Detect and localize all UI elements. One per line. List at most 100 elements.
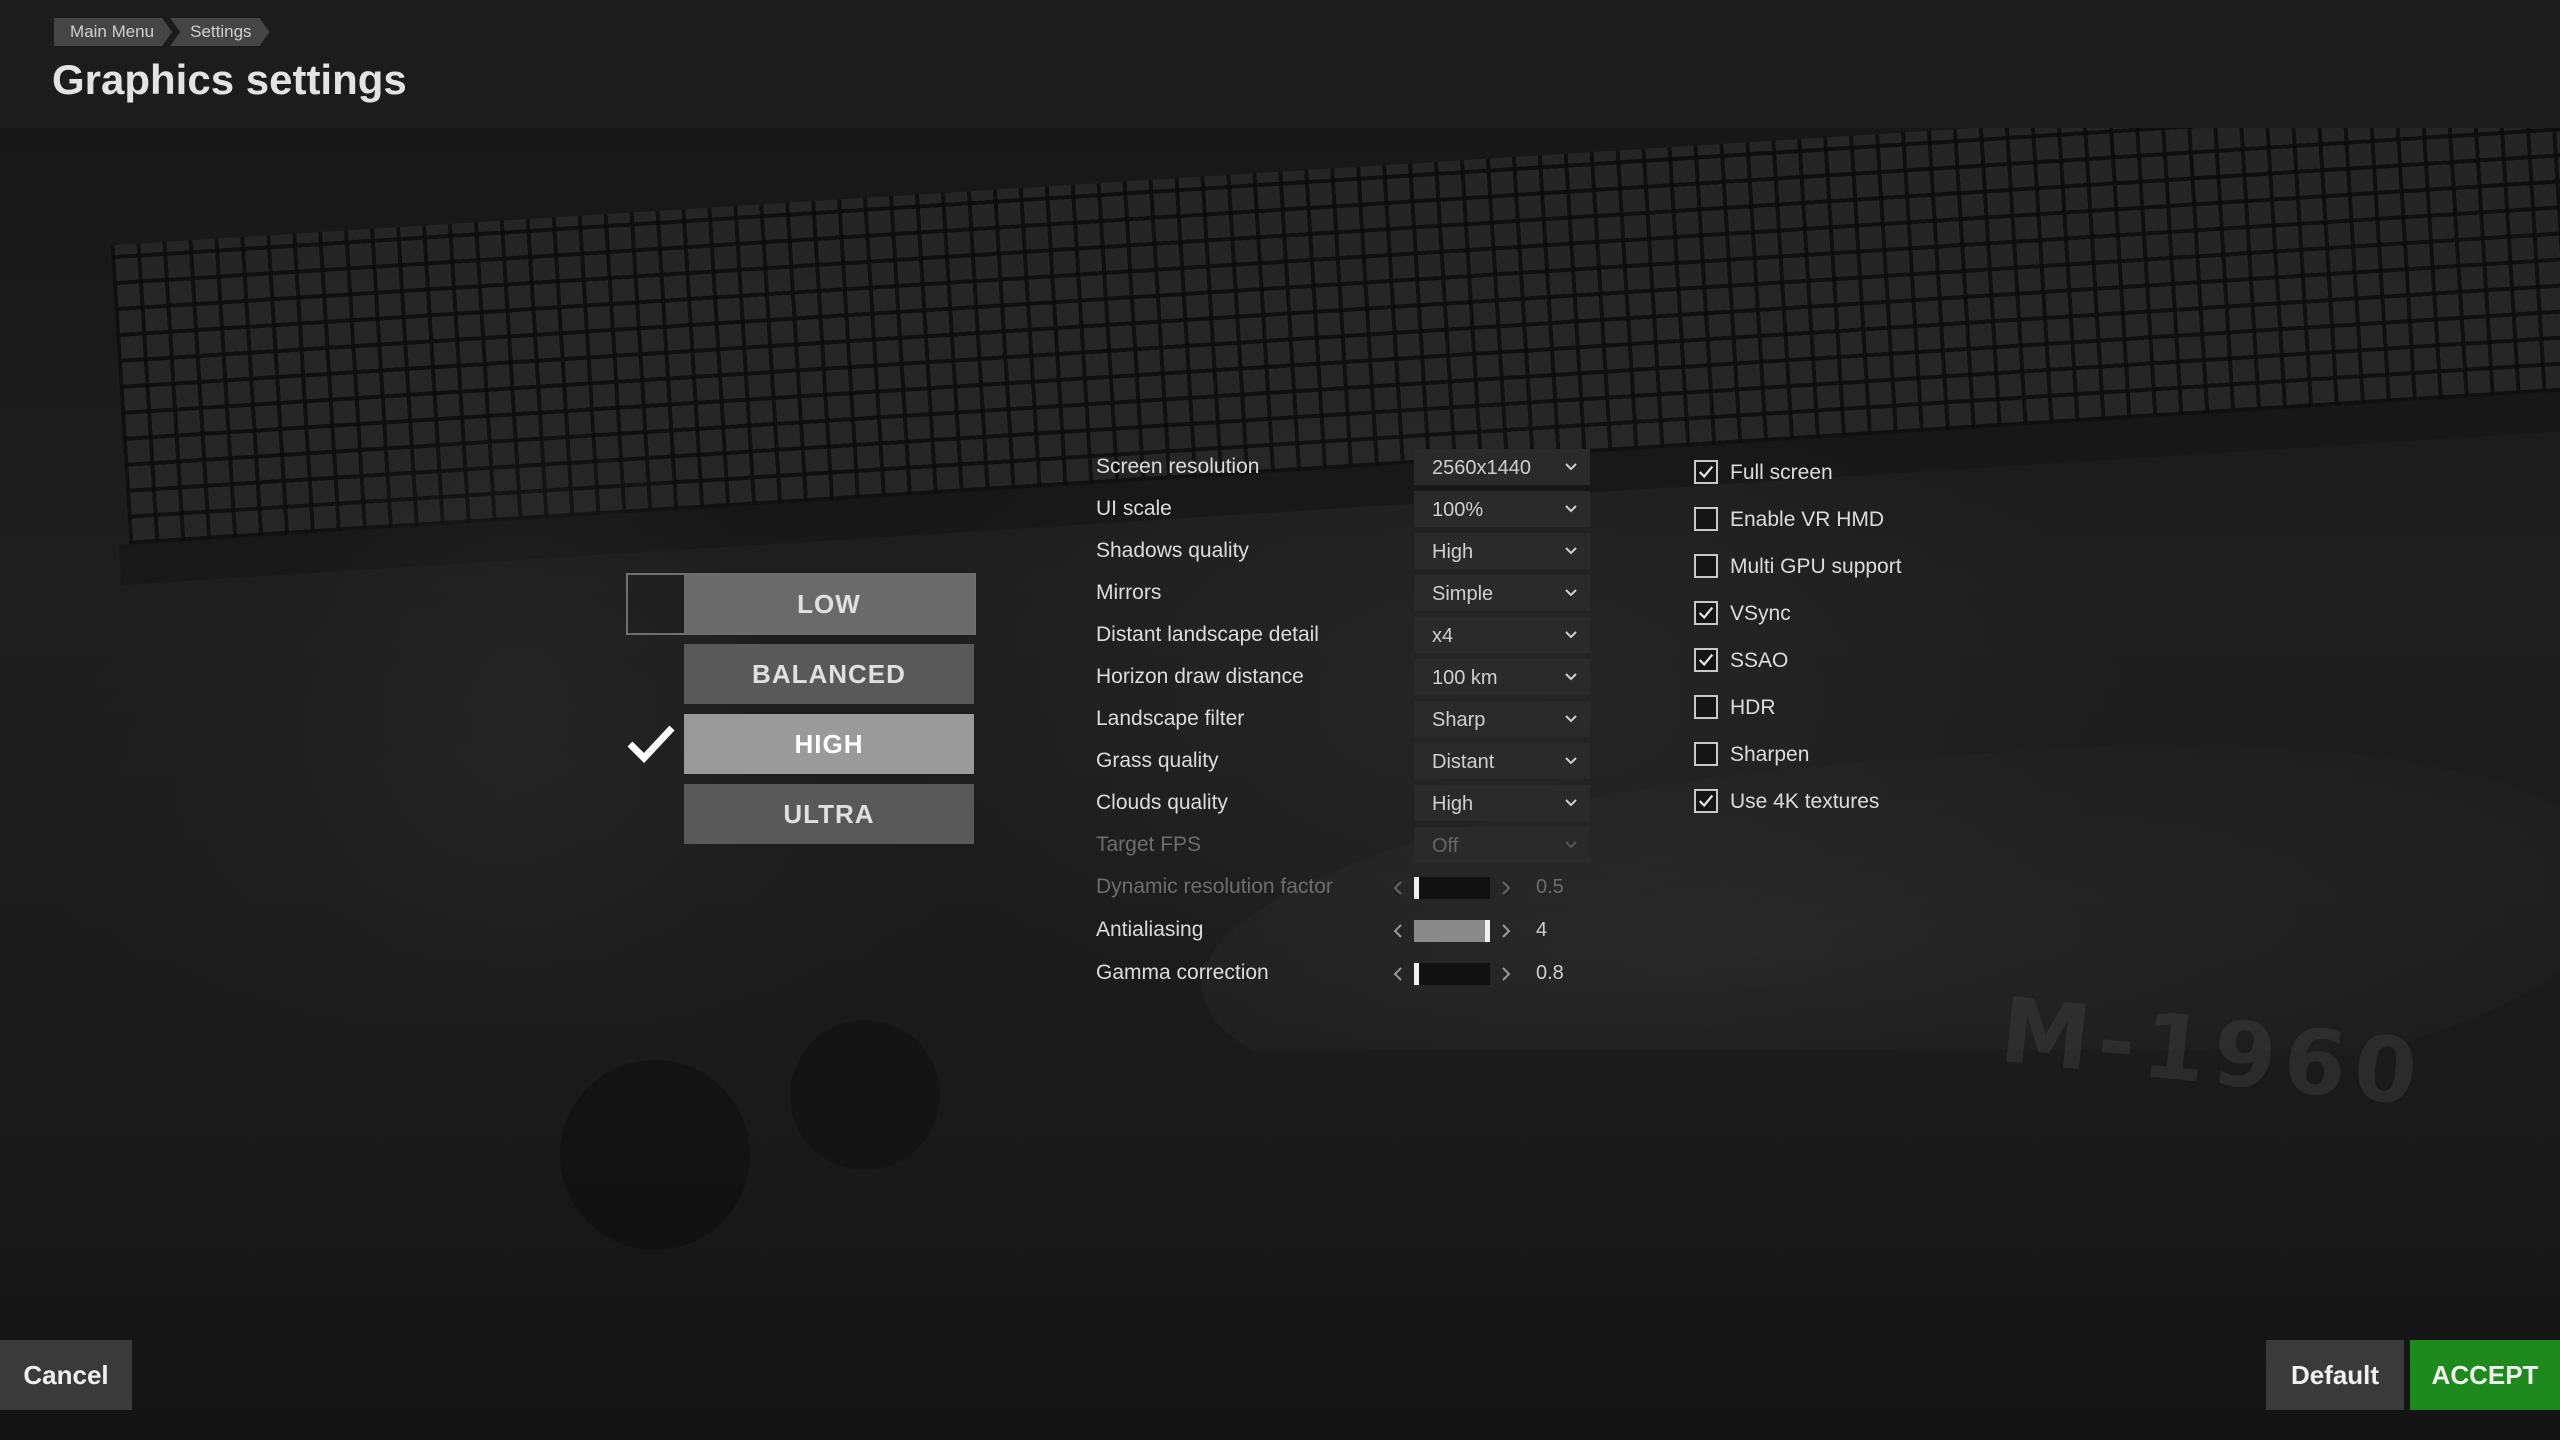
checkmark-icon	[1698, 794, 1714, 808]
option-use-4k-textures[interactable]: Use 4K textures	[1694, 785, 1902, 832]
slider-handle[interactable]	[1414, 963, 1419, 985]
setting-label: Dynamic resolution factor	[1096, 875, 1333, 898]
setting-label: Shadows quality	[1096, 539, 1249, 562]
aircraft-wheel	[560, 1060, 750, 1250]
option-sharpen[interactable]: Sharpen	[1694, 738, 1902, 785]
preset-high-button[interactable]: HIGH	[684, 714, 974, 774]
multi-gpu-support-checkbox[interactable]	[1694, 554, 1718, 578]
gamma-correction-slider[interactable]	[1392, 961, 1512, 987]
chevron-left-icon[interactable]	[1392, 964, 1404, 984]
dropdown-value: Sharp	[1432, 709, 1486, 731]
chevron-left-icon[interactable]	[1392, 921, 1404, 941]
shadows-quality-dropdown[interactable]: High	[1414, 533, 1590, 569]
option-full-screen[interactable]: Full screen	[1694, 456, 1902, 503]
setting-label: Antialiasing	[1096, 918, 1204, 941]
cancel-button[interactable]: Cancel	[0, 1340, 132, 1410]
ssao-checkbox[interactable]	[1694, 648, 1718, 672]
display-options: Full screen Enable VR HMD Multi GPU supp…	[1694, 456, 1902, 832]
checkmark-icon	[1698, 653, 1714, 667]
sharpen-checkbox[interactable]	[1694, 742, 1718, 766]
graphics-presets: LOW BALANCED HIGH ULTRA	[626, 573, 976, 854]
setting-label: UI scale	[1096, 497, 1172, 520]
clouds-quality-dropdown[interactable]: High	[1414, 785, 1590, 821]
chevron-down-icon	[1565, 799, 1577, 807]
checkbox-label: Use 4K textures	[1730, 790, 1880, 813]
setting-label: Clouds quality	[1096, 791, 1228, 814]
checkbox-label: SSAO	[1730, 649, 1789, 672]
landscape-filter-dropdown[interactable]: Sharp	[1414, 701, 1590, 737]
breadcrumb: Main Menu Settings	[54, 18, 274, 46]
checkbox-label: VSync	[1730, 602, 1791, 625]
slider-track	[1414, 877, 1490, 899]
setting-horizon-draw-distance: Horizon draw distance 100 km	[1096, 657, 1596, 699]
chevron-down-icon	[1565, 505, 1577, 513]
setting-screen-resolution: Screen resolution 2560x1440	[1096, 447, 1596, 489]
setting-target-fps: Target FPS Off	[1096, 825, 1596, 867]
mirrors-dropdown[interactable]: Simple	[1414, 575, 1590, 611]
dropdown-value: Off	[1432, 835, 1459, 857]
setting-label: Horizon draw distance	[1096, 665, 1304, 688]
grass-quality-dropdown[interactable]: Distant	[1414, 743, 1590, 779]
setting-mirrors: Mirrors Simple	[1096, 573, 1596, 615]
preset-low-button[interactable]: LOW	[684, 574, 974, 634]
dynamic-resolution-slider	[1392, 875, 1512, 901]
use-4k-textures-checkbox[interactable]	[1694, 789, 1718, 813]
preset-ultra-button[interactable]: ULTRA	[684, 784, 974, 844]
default-button[interactable]: Default	[2266, 1340, 2404, 1410]
distant-landscape-detail-dropdown[interactable]: x4	[1414, 617, 1590, 653]
setting-clouds-quality: Clouds quality High	[1096, 783, 1596, 825]
page-title: Graphics settings	[52, 56, 407, 103]
slider-track[interactable]	[1414, 920, 1490, 942]
setting-label: Distant landscape detail	[1096, 623, 1319, 646]
dropdown-value: x4	[1432, 625, 1454, 647]
setting-grass-quality: Grass quality Distant	[1096, 741, 1596, 783]
chevron-down-icon	[1565, 841, 1577, 849]
checkmark-icon	[1698, 465, 1714, 479]
chevron-right-icon[interactable]	[1500, 921, 1512, 941]
dropdown-value: Simple	[1432, 583, 1494, 605]
setting-distant-landscape-detail: Distant landscape detail x4	[1096, 615, 1596, 657]
checkmark-icon	[627, 725, 675, 764]
chevron-down-icon	[1565, 631, 1577, 639]
chevron-down-icon	[1565, 547, 1577, 555]
enable-vr-hmd-checkbox[interactable]	[1694, 507, 1718, 531]
option-vsync[interactable]: VSync	[1694, 597, 1902, 644]
ui-scale-dropdown[interactable]: 100%	[1414, 491, 1590, 527]
option-hdr[interactable]: HDR	[1694, 691, 1902, 738]
breadcrumb-main-menu[interactable]: Main Menu	[54, 18, 172, 46]
setting-gamma-correction: Gamma correction 0.8	[1096, 953, 1596, 996]
antialiasing-slider[interactable]	[1392, 918, 1512, 944]
vsync-checkbox[interactable]	[1694, 601, 1718, 625]
hdr-checkbox[interactable]	[1694, 695, 1718, 719]
checkbox-label: Sharpen	[1730, 743, 1810, 766]
horizon-draw-distance-dropdown[interactable]: 100 km	[1414, 659, 1590, 695]
setting-label: Mirrors	[1096, 581, 1162, 604]
accept-button[interactable]: ACCEPT	[2410, 1340, 2560, 1410]
chevron-right-icon[interactable]	[1500, 964, 1512, 984]
setting-label: Grass quality	[1096, 749, 1219, 772]
checkbox-label: Enable VR HMD	[1730, 508, 1885, 531]
slider-track[interactable]	[1414, 963, 1490, 985]
slider-handle[interactable]	[1485, 920, 1490, 942]
setting-label: Screen resolution	[1096, 455, 1260, 478]
option-multi-gpu-support[interactable]: Multi GPU support	[1694, 550, 1902, 597]
setting-label: Gamma correction	[1096, 961, 1269, 984]
preset-row-high: HIGH	[626, 714, 976, 774]
option-enable-vr-hmd[interactable]: Enable VR HMD	[1694, 503, 1902, 550]
breadcrumb-settings[interactable]: Settings	[170, 18, 269, 46]
preset-balanced-button[interactable]: BALANCED	[684, 644, 974, 704]
slider-handle	[1414, 877, 1419, 899]
dropdown-value: 2560x1440	[1432, 457, 1531, 479]
preset-row-low: LOW	[626, 573, 976, 635]
setting-antialiasing: Antialiasing 4	[1096, 910, 1596, 953]
checkbox-label: Full screen	[1730, 461, 1833, 484]
full-screen-checkbox[interactable]	[1694, 460, 1718, 484]
chevron-down-icon	[1565, 463, 1577, 471]
dropdown-value: 100%	[1432, 499, 1484, 521]
option-ssao[interactable]: SSAO	[1694, 644, 1902, 691]
setting-dynamic-resolution-factor: Dynamic resolution factor 0.5	[1096, 867, 1596, 910]
screen-resolution-dropdown[interactable]: 2560x1440	[1414, 449, 1590, 485]
dropdown-value: 100 km	[1432, 667, 1498, 689]
slider-value: 0.5	[1536, 876, 1564, 898]
checkbox-label: Multi GPU support	[1730, 555, 1902, 578]
